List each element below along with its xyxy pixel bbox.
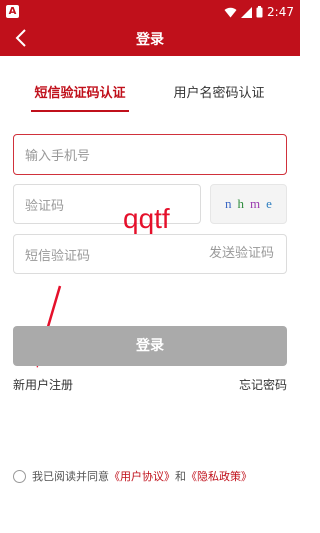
sms-code-placeholder: 短信验证码 (25, 248, 91, 264)
agreement-checkbox[interactable] (13, 469, 26, 483)
battery-icon (256, 6, 263, 18)
captcha-char: e (266, 196, 272, 211)
status-icons: 2:47 (224, 0, 294, 24)
page-title: 登录 (136, 32, 164, 48)
register-link[interactable]: 新用户注册 (13, 376, 73, 393)
watermark: qqtf (123, 203, 170, 234)
user-agreement-link[interactable]: 《用户协议》 (109, 468, 175, 484)
app-notification-icon: A (6, 5, 19, 18)
agreement-and: 和 (175, 470, 186, 483)
agreement-prefix: 我已阅读并同意 (32, 470, 109, 483)
captcha-input[interactable]: 验证码 (13, 184, 201, 224)
privacy-policy-link[interactable]: 《隐私政策》 (186, 468, 252, 484)
send-code-button[interactable]: 发送验证码 (209, 235, 274, 273)
status-time: 2:47 (267, 5, 294, 19)
title-bar: 登录 (0, 24, 300, 56)
active-tab-indicator (31, 110, 129, 112)
wifi-icon (224, 7, 237, 18)
tab-sms-verification[interactable]: 短信验证码认证 (28, 84, 132, 108)
captcha-char: h (237, 196, 245, 211)
tab-password-login[interactable]: 用户名密码认证 (164, 84, 274, 108)
cellular-signal-icon (241, 6, 253, 18)
forgot-password-link[interactable]: 忘记密码 (239, 376, 287, 393)
phone-input[interactable]: 输入手机号 (13, 134, 287, 175)
agreement-row: 我已阅读并同意 《用户协议》 和 《隐私政策》 (13, 468, 252, 484)
status-bar: A 2:47 (0, 0, 300, 24)
captcha-image[interactable]: n h m e (210, 184, 287, 224)
captcha-char: n (225, 196, 232, 211)
login-button[interactable]: 登录 (13, 326, 287, 366)
sms-code-input[interactable]: 短信验证码 发送验证码 (13, 234, 287, 274)
captcha-char: m (250, 196, 261, 211)
